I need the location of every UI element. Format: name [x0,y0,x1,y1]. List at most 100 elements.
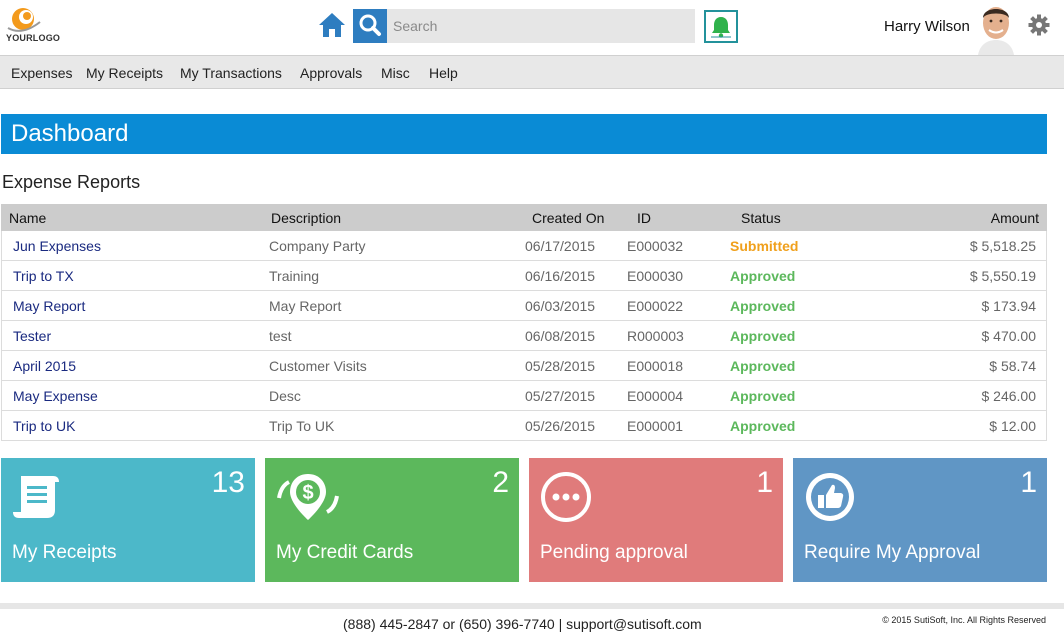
report-status: Submitted [730,238,799,254]
report-status: Approved [730,388,796,404]
user-name: Harry Wilson [884,18,970,35]
report-amount: $ 5,518.25 [969,238,1036,254]
report-id: E000032 [627,238,684,254]
report-id: E000004 [627,388,684,404]
column-header-description[interactable]: Description [271,210,341,226]
column-header-amount[interactable]: Amount [991,210,1039,226]
search-input[interactable] [387,9,695,43]
ellipsis-circle-icon [541,472,591,522]
tile-count: 1 [1020,466,1037,499]
report-id: E000030 [627,268,684,284]
tile-label: Pending approval [540,542,688,563]
home-button[interactable] [318,11,346,39]
report-id: E000018 [627,358,684,374]
notifications-button[interactable] [704,10,738,43]
logo-swoosh-icon [7,8,41,32]
table-row[interactable]: May Report May Report 06/03/2015 E000022 App… [1,291,1047,321]
tile-pending-approval[interactable]: 1 Pending approval [529,458,783,582]
report-amount: $ 470.00 [981,328,1037,344]
top-bar: YOURLOGO Harry Wilson [0,0,1064,55]
avatar[interactable] [972,0,1020,55]
table-row[interactable]: Jun Expenses Company Party 06/17/2015 E0000… [1,231,1047,261]
expense-reports-table: Name Description Created On ID Status Am… [1,204,1047,441]
tile-count: 1 [756,466,773,499]
column-header-status[interactable]: Status [741,210,781,226]
dollar-pin-icon: $ [277,474,339,520]
receipt-icon [13,476,59,518]
report-created-on: 05/27/2015 [525,388,596,404]
table-row[interactable]: May Expense Desc 05/27/2015 E000004 Approved… [1,381,1047,411]
tile-label: My Credit Cards [276,542,414,563]
menu-expenses[interactable]: Expenses [11,65,72,81]
tile-count: 13 [211,466,245,499]
menu-my-transactions[interactable]: My Transactions [180,65,282,81]
report-created-on: 06/17/2015 [525,238,596,254]
report-amount: $ 12.00 [989,418,1036,434]
table-header: Name Description Created On ID Status Am… [1,204,1047,231]
menu-approvals[interactable]: Approvals [300,65,362,81]
table-row[interactable]: Trip to UK Trip To UK 05/26/2015 E000001 App… [1,411,1047,441]
report-created-on: 05/28/2015 [525,358,596,374]
report-name-link[interactable]: Jun Expenses [13,238,101,254]
report-description: Desc [269,388,301,404]
table-row[interactable]: Tester test 06/08/2015 R000003 Approved $ 470… [1,321,1047,351]
report-name-link[interactable]: May Expense [13,388,98,404]
table-row[interactable]: Trip to TX Training 06/16/2015 E000030 Appro… [1,261,1047,291]
report-status: Approved [730,358,796,374]
report-created-on: 05/26/2015 [525,418,596,434]
report-description: Company Party [269,238,366,254]
tile-count: 2 [492,466,509,499]
report-id: E000022 [627,298,684,314]
menu-misc[interactable]: Misc [381,65,410,81]
report-description: Trip To UK [269,418,335,434]
footer-copyright: © 2015 SutiSoft, Inc. All Rights Reserve… [882,615,1046,625]
report-status: Approved [730,268,796,284]
menu-my-receipts[interactable]: My Receipts [86,65,163,81]
bell-icon [711,17,731,38]
svg-text:$: $ [302,482,313,504]
footer-divider [0,603,1064,609]
report-description: May Report [269,298,342,314]
home-icon [319,13,345,37]
column-header-name[interactable]: Name [9,210,46,226]
user-photo-icon [972,0,1020,55]
report-created-on: 06/08/2015 [525,328,596,344]
report-name-link[interactable]: Tester [13,328,51,344]
report-description: test [269,328,292,344]
report-status: Approved [730,418,796,434]
report-status: Approved [730,298,796,314]
report-created-on: 06/16/2015 [525,268,596,284]
settings-button[interactable] [1028,14,1050,36]
report-amount: $ 58.74 [989,358,1036,374]
report-name-link[interactable]: Trip to TX [13,268,74,284]
search-button[interactable] [353,9,387,43]
report-amount: $ 173.94 [981,298,1037,314]
report-description: Training [269,268,320,284]
report-id: R000003 [627,328,684,344]
column-header-id[interactable]: ID [637,210,651,226]
column-header-created-on[interactable]: Created On [532,210,604,226]
thumbs-up-icon [806,473,854,521]
tile-label: Require My Approval [804,542,981,563]
report-amount: $ 5,550.19 [969,268,1036,284]
dashboard-header: Dashboard [1,114,1047,154]
report-created-on: 06/03/2015 [525,298,596,314]
tile-my-receipts[interactable]: 13 My Receipts [1,458,255,582]
report-name-link[interactable]: Trip to UK [13,418,76,434]
page-title: Dashboard [11,120,129,147]
tile-require-my-approval[interactable]: 1 Require My Approval [793,458,1047,582]
expense-reports-title: Expense Reports [2,172,141,192]
report-name-link[interactable]: April 2015 [13,358,76,374]
footer-contact: (888) 445-2847 or (650) 396-7740 | suppo… [343,616,702,632]
gear-icon [1028,14,1050,36]
report-id: E000001 [627,418,684,434]
logo[interactable]: YOURLOGO [4,6,64,46]
table-body: Jun Expenses Company Party 06/17/2015 E0000… [1,231,1047,441]
menu-help[interactable]: Help [429,65,458,81]
logo-text: YOURLOGO [6,33,61,43]
report-name-link[interactable]: May Report [13,298,85,314]
tile-my-credit-cards[interactable]: $ 2 My Credit Cards [265,458,519,582]
report-amount: $ 246.00 [981,388,1037,404]
table-row[interactable]: April 2015 Customer Visits 05/28/2015 E0000… [1,351,1047,381]
report-status: Approved [730,328,796,344]
